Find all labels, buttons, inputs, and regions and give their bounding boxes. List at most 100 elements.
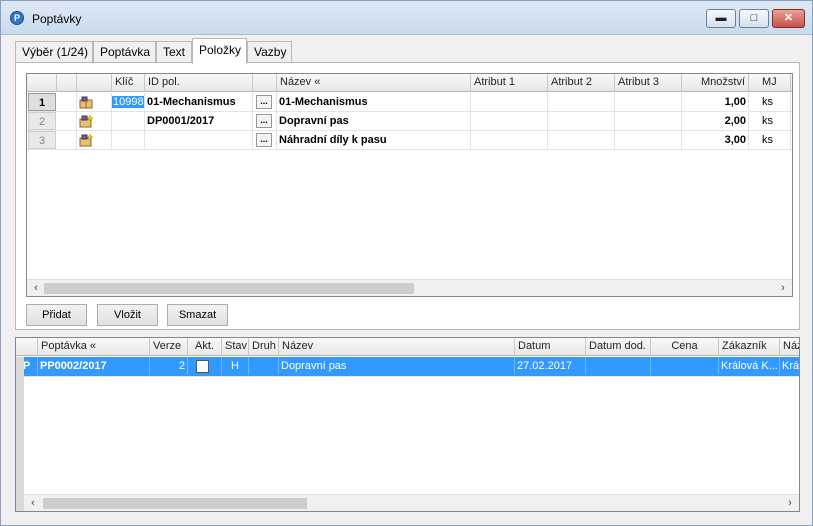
maximize-button[interactable]: □ — [739, 9, 769, 28]
cell-atribut-3[interactable] — [615, 93, 682, 111]
table-row[interactable]: 1 10998 01-Mechanismus ... 01-Mechanismu… — [27, 93, 792, 112]
cell-mnozstvi[interactable]: 1,00 — [682, 93, 749, 111]
items-horizontal-scrollbar[interactable]: ‹ › — [27, 279, 792, 296]
minimize-button[interactable]: ▬ — [706, 9, 736, 28]
item-folder-icon — [79, 96, 93, 109]
tab-text[interactable]: Text — [156, 41, 192, 63]
items-grid-header: Klíč ID pol. Název « Atribut 1 Atribut 2… — [27, 74, 792, 92]
new-item-icon — [79, 115, 93, 128]
cell-mj[interactable]: ks — [749, 131, 791, 149]
header-mj[interactable]: MJ — [749, 74, 791, 92]
header-id-pol[interactable]: ID pol. — [145, 74, 253, 92]
header-cena[interactable]: Cena — [651, 338, 719, 356]
header-klic[interactable]: Klíč — [112, 74, 145, 92]
row-flag — [57, 131, 77, 149]
cell-atribut-1[interactable] — [471, 112, 548, 130]
cell-mnozstvi[interactable]: 3,00 — [682, 131, 749, 149]
header-atribut-2[interactable]: Atribut 2 — [548, 74, 615, 92]
items-panel: Klíč ID pol. Název « Atribut 1 Atribut 2… — [15, 62, 800, 330]
add-button[interactable]: Přidat — [26, 304, 87, 326]
cell-akt[interactable] — [188, 357, 222, 375]
header-datum[interactable]: Datum — [515, 338, 586, 356]
window-title: Poptávky — [32, 12, 82, 26]
tab-polozky[interactable]: Položky — [192, 38, 247, 64]
cell-klic[interactable] — [112, 131, 145, 149]
header-poptavka[interactable]: Poptávka « — [38, 338, 150, 356]
row-icon-cell — [77, 93, 112, 111]
table-row-selected[interactable]: P PP0002/2017 2 H Dopravní pas 27.02.201… — [16, 357, 799, 377]
cell-mj[interactable]: ks — [749, 93, 791, 111]
cell-datum[interactable]: 27.02.2017 — [515, 357, 586, 375]
row-icon-cell — [77, 112, 112, 130]
cell-nazev[interactable]: 01-Mechanismus — [277, 93, 471, 111]
header-datum-dod[interactable]: Datum dod. — [586, 338, 651, 356]
cell-atribut-1[interactable] — [471, 93, 548, 111]
header-verze[interactable]: Verze — [150, 338, 188, 356]
table-row[interactable]: 2 DP0001/2017 ... Dopravní pas 2,00 ks — [27, 112, 792, 131]
header-stav[interactable]: Stav — [222, 338, 249, 356]
tab-vyber[interactable]: Výběr (1/24) — [15, 41, 93, 63]
scroll-right-icon[interactable]: › — [776, 281, 790, 295]
cell-mj[interactable]: ks — [749, 112, 791, 130]
cell-druh[interactable] — [249, 357, 279, 375]
cell-naz[interactable]: Král — [780, 357, 799, 375]
row-number[interactable]: 2 — [28, 112, 56, 130]
items-grid[interactable]: Klíč ID pol. Název « Atribut 1 Atribut 2… — [26, 73, 793, 297]
cell-nazev[interactable]: Dopravní pas — [277, 112, 471, 130]
cell-cena[interactable] — [651, 357, 719, 375]
inquiries-grid[interactable]: Poptávka « Verze Akt. Stav Druh Název Da… — [15, 337, 800, 512]
browse-button[interactable]: ... — [256, 133, 272, 147]
header-naz[interactable]: Náz — [780, 338, 799, 356]
scroll-right-icon[interactable]: › — [783, 496, 797, 510]
scroll-left-icon[interactable]: ‹ — [26, 496, 40, 510]
active-checkbox[interactable] — [196, 360, 209, 373]
cell-id-pol[interactable]: DP0001/2017 — [145, 112, 253, 130]
row-number[interactable]: 3 — [28, 131, 56, 149]
insert-button[interactable]: Vložit — [97, 304, 158, 326]
header-druh[interactable]: Druh — [249, 338, 279, 356]
delete-button[interactable]: Smazat — [167, 304, 228, 326]
cell-id-pol[interactable] — [145, 131, 253, 149]
header-icon — [77, 74, 112, 92]
cell-klic[interactable] — [112, 112, 145, 130]
scrollbar-thumb[interactable] — [43, 498, 307, 509]
table-row[interactable]: 3 ... Náhradní díly k pasu 3,00 ks — [27, 131, 792, 150]
klic-value: 10998 — [112, 96, 144, 108]
header-atribut-1[interactable]: Atribut 1 — [471, 74, 548, 92]
cell-stav[interactable]: H — [222, 357, 249, 375]
row-number[interactable]: 1 — [28, 93, 56, 111]
scrollbar-thumb[interactable] — [44, 283, 414, 294]
cell-mnozstvi[interactable]: 2,00 — [682, 112, 749, 130]
header-marker — [16, 338, 38, 356]
cell-nazev[interactable]: Náhradní díly k pasu — [277, 131, 471, 149]
window: P Poptávky ▬ □ ✕ Výběr (1/24) Poptávka T… — [0, 0, 813, 526]
inquiries-horizontal-scrollbar[interactable]: ‹ › — [16, 494, 799, 511]
header-zakaznik[interactable]: Zákazník — [719, 338, 780, 356]
close-button[interactable]: ✕ — [772, 9, 805, 28]
scroll-left-icon[interactable]: ‹ — [29, 281, 43, 295]
header-akt[interactable]: Akt. — [188, 338, 222, 356]
cell-id-pol[interactable]: 01-Mechanismus — [145, 93, 253, 111]
cell-atribut-3[interactable] — [615, 112, 682, 130]
header-atribut-3[interactable]: Atribut 3 — [615, 74, 682, 92]
title-bar: P Poptávky ▬ □ ✕ — [1, 1, 812, 35]
cell-atribut-2[interactable] — [548, 112, 615, 130]
cell-nazev[interactable]: Dopravní pas — [279, 357, 515, 375]
cell-verze[interactable]: 2 — [150, 357, 188, 375]
cell-atribut-3[interactable] — [615, 131, 682, 149]
cell-poptavka[interactable]: PP0002/2017 — [38, 357, 150, 375]
cell-zakaznik[interactable]: Králová K... — [719, 357, 780, 375]
cell-atribut-2[interactable] — [548, 131, 615, 149]
cell-atribut-2[interactable] — [548, 93, 615, 111]
browse-button[interactable]: ... — [256, 114, 272, 128]
header-nazev[interactable]: Název « — [277, 74, 471, 92]
header-rownum — [27, 74, 57, 92]
cell-datum-dod[interactable] — [586, 357, 651, 375]
cell-klic[interactable]: 10998 — [112, 93, 145, 111]
header-nazev[interactable]: Název — [279, 338, 515, 356]
header-mnozstvi[interactable]: Množství — [682, 74, 749, 92]
tab-vazby[interactable]: Vazby — [247, 41, 292, 63]
cell-atribut-1[interactable] — [471, 131, 548, 149]
tab-poptavka[interactable]: Poptávka — [93, 41, 156, 63]
browse-button[interactable]: ... — [256, 95, 272, 109]
